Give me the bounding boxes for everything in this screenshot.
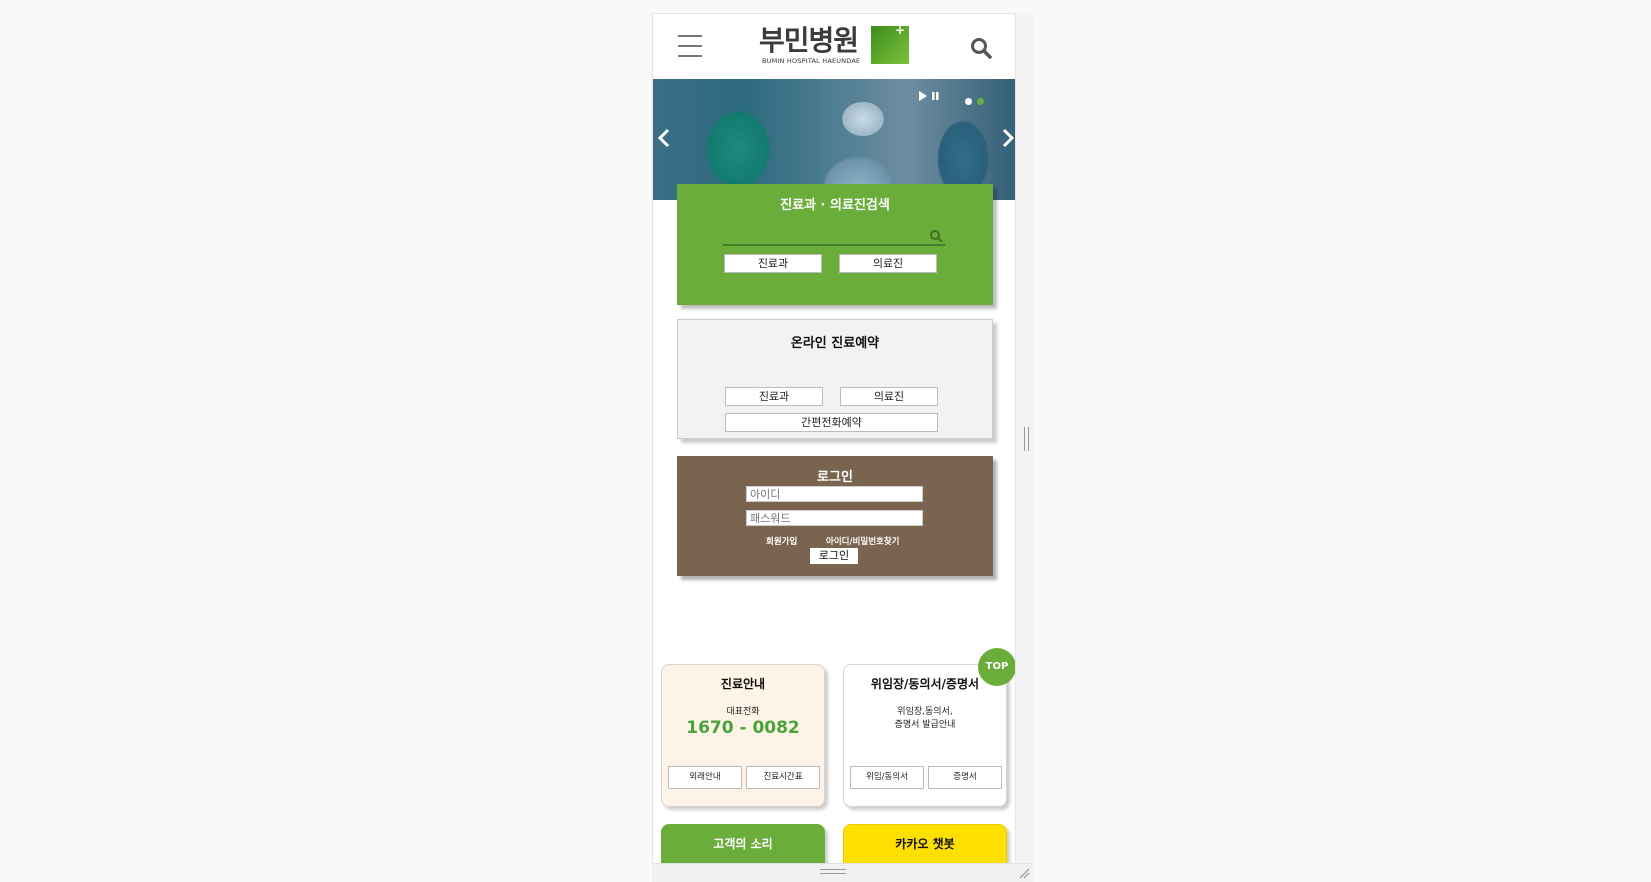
play-pause-icon[interactable] [917, 89, 947, 103]
department-doctor-search-card: 진료과 · 의료진검색 진료과 의료진 [677, 184, 993, 305]
reserve-department-button[interactable]: 진료과 [725, 387, 823, 406]
bottom-resize-bar [652, 863, 1034, 882]
search-icon[interactable] [929, 229, 943, 243]
hero-banner [653, 79, 1015, 200]
schedule-button[interactable]: 진료시간표 [746, 766, 820, 789]
logo-subtitle: BUMIN HOSPITAL HAEUNDAE [762, 57, 861, 65]
search-department-button[interactable]: 진료과 [724, 254, 822, 273]
slide-indicators [965, 90, 991, 105]
bottom-resize-handle[interactable] [820, 869, 846, 874]
login-card-title: 로그인 [817, 470, 853, 485]
scroll-top-button[interactable]: TOP [978, 648, 1015, 686]
logo-text: 부민병원 [759, 24, 859, 57]
main-phone-number[interactable]: 1670 - 0082 [662, 718, 824, 738]
docs-desc-line2: 증명서 발급안내 [894, 720, 956, 730]
guide-card-title: 진료안내 [720, 677, 766, 691]
find-account-link[interactable]: 아이디/비밀번호찾기 [826, 535, 900, 547]
vertical-resize-handle[interactable] [1024, 427, 1029, 451]
hamburger-menu-icon[interactable] [678, 35, 702, 57]
phone-reservation-button[interactable]: 간편전화예약 [725, 413, 938, 432]
online-reservation-card: 온라인 진료예약 진료과 의료진 간편전화예약 [677, 319, 993, 439]
chevron-right-icon[interactable] [1001, 127, 1015, 149]
signup-link[interactable]: 회원가입 [766, 535, 797, 547]
login-card: 로그인 회원가입 아이디/비밀번호찾기 로그인 [677, 456, 993, 576]
password-input[interactable] [746, 510, 923, 526]
site-header: 부민병원 BUMIN HOSPITAL HAEUNDAE [653, 14, 1015, 79]
mobile-viewport: 부민병원 BUMIN HOSPITAL HAEUNDAE 진료과 · 의료진검색 [652, 13, 1016, 882]
docs-desc-line1: 위임장,동의서, [897, 707, 953, 717]
logo-plus-icon [871, 23, 909, 64]
documents-card: 위임장/동의서/증명서 위임장,동의서, 증명서 발급안내 위임/동의서 증명서 [843, 664, 1007, 807]
search-field-wrap [723, 228, 945, 248]
search-card-title: 진료과 · 의료진검색 [780, 198, 890, 213]
certificate-button[interactable]: 증명서 [928, 766, 1002, 789]
search-icon[interactable] [969, 36, 993, 60]
clinic-guide-card: 진료안내 대표전화 1670 - 0082 외래안내 진료시간표 [661, 664, 825, 807]
hospital-logo[interactable]: 부민병원 BUMIN HOSPITAL HAEUNDAE [759, 23, 914, 70]
outpatient-guide-button[interactable]: 외래안내 [668, 766, 742, 789]
search-doctor-button[interactable]: 의료진 [839, 254, 937, 273]
reserve-doctor-button[interactable]: 의료진 [840, 387, 938, 406]
voice-card-title: 고객의 소리 [713, 837, 773, 851]
id-input[interactable] [746, 486, 923, 502]
slide-dot-active[interactable] [977, 98, 984, 105]
kakao-card-title: 카카오 챗봇 [895, 837, 955, 851]
search-input[interactable] [723, 232, 913, 248]
resize-corner-icon[interactable] [1018, 867, 1030, 879]
chevron-left-icon[interactable] [657, 127, 671, 149]
slide-dot[interactable] [965, 98, 972, 105]
consent-form-button[interactable]: 위임/동의서 [850, 766, 924, 789]
reservation-card-title: 온라인 진료예약 [790, 336, 880, 351]
login-button[interactable]: 로그인 [810, 548, 858, 564]
